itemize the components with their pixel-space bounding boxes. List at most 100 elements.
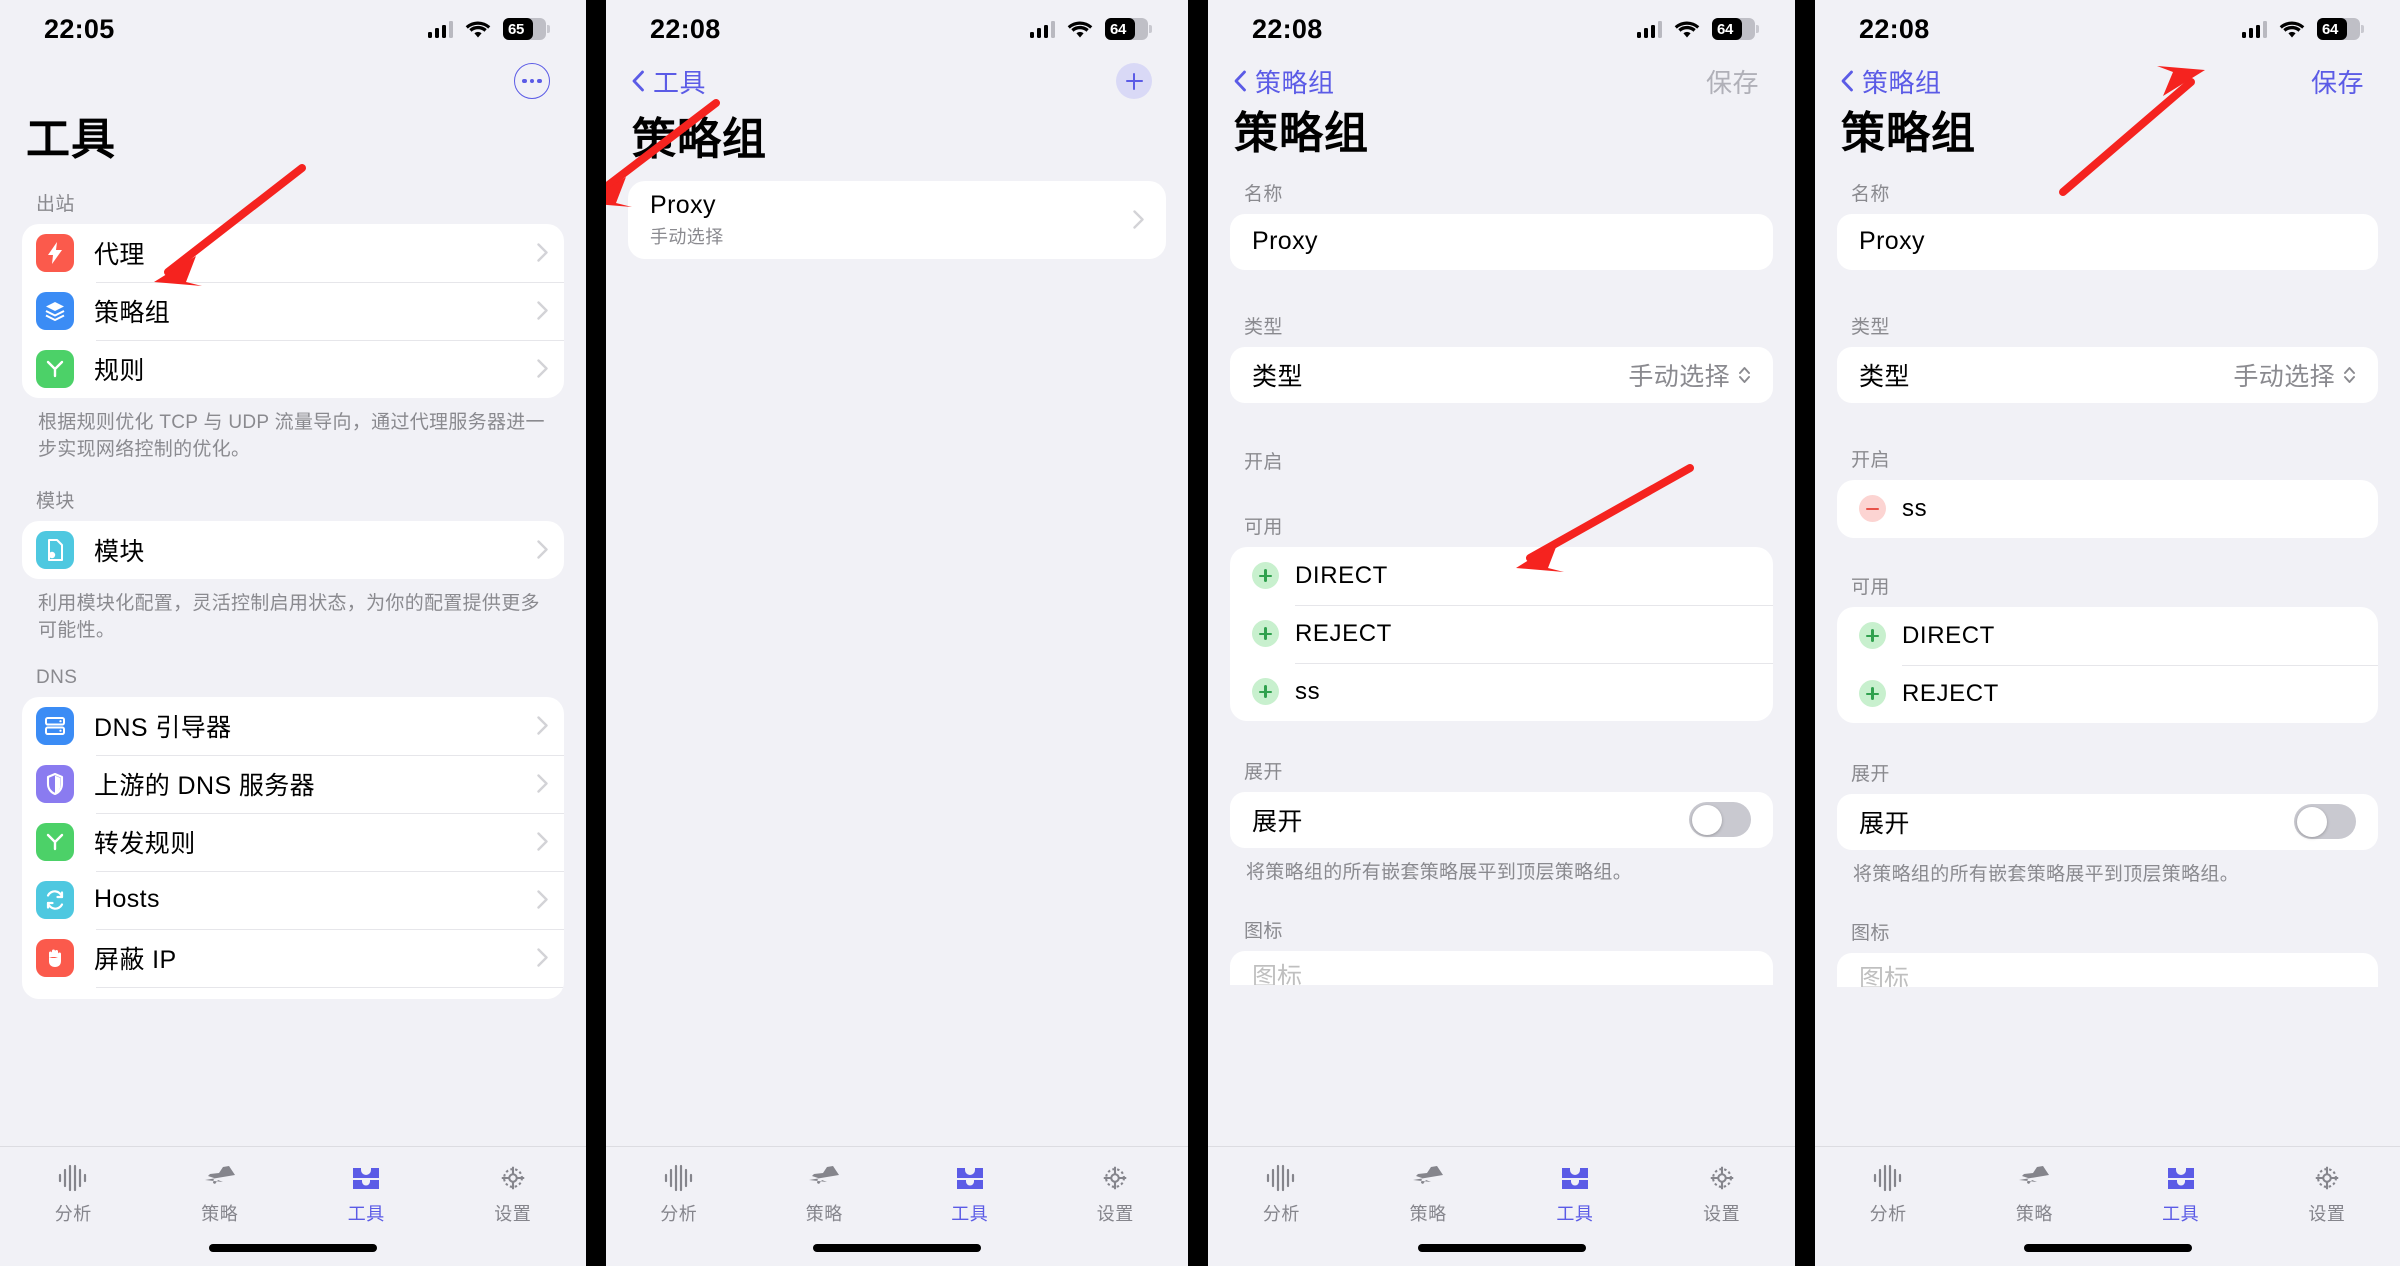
tab-tools[interactable]: 工具 — [897, 1161, 1043, 1226]
expand-field: 展开 — [1837, 793, 2378, 850]
battery-icon: 64 — [1105, 18, 1152, 40]
available-item-reject[interactable]: REJECT — [1837, 664, 2378, 723]
tools-row-rules[interactable]: 规则 — [22, 339, 564, 398]
branch-icon — [36, 822, 74, 861]
card-dns: DNS 引导器 上游的 DNS 服务器 转发规则 Hosts 屏蔽 IP — [22, 696, 564, 999]
battery-level: 65 — [508, 20, 525, 38]
waveform-icon — [1265, 1161, 1297, 1195]
tab-policy[interactable]: 策略 — [1961, 1161, 2107, 1226]
tools-row-dns-bootstrap[interactable]: DNS 引导器 — [22, 697, 564, 755]
available-item-reject[interactable]: REJECT — [1230, 604, 1773, 663]
tab-analysis[interactable]: 分析 — [606, 1161, 752, 1226]
chevron-right-icon — [537, 890, 548, 910]
icon-field[interactable]: 图标 — [1837, 953, 2378, 988]
type-field[interactable]: 类型 手动选择 — [1837, 346, 2378, 403]
back-button[interactable]: 策略组 — [1841, 63, 1942, 100]
battery-level: 64 — [1110, 20, 1127, 38]
icon-field[interactable]: 图标 — [1230, 951, 1773, 986]
add-icon[interactable] — [1859, 680, 1886, 708]
tools-row-rules-label: 规则 — [94, 356, 145, 385]
tab-analysis[interactable]: 分析 — [1815, 1161, 1961, 1226]
footnote-expand: 将策略组的所有嵌套策略展平到顶层策略组。 — [1246, 861, 1633, 883]
tools-row-hosts[interactable]: Hosts — [22, 870, 564, 929]
tools-row-modules[interactable]: 模块 — [22, 521, 564, 579]
panel-divider — [1188, 0, 1208, 1266]
tools-row-forward-rules[interactable]: 转发规则 — [22, 812, 564, 871]
name-field[interactable]: Proxy — [1837, 213, 2378, 270]
tools-row-policy-groups[interactable]: 策略组 — [22, 281, 564, 340]
back-button[interactable]: 工具 — [632, 63, 706, 100]
tab-analysis[interactable]: 分析 — [1208, 1161, 1355, 1226]
name-field[interactable]: Proxy — [1230, 213, 1773, 270]
tab-settings-label: 设置 — [494, 1204, 532, 1224]
tools-row-block-ip[interactable]: 屏蔽 IP — [22, 928, 564, 987]
wifi-icon — [1674, 20, 1700, 39]
tab-tools[interactable]: 工具 — [2108, 1161, 2254, 1226]
add-icon[interactable] — [1252, 678, 1279, 706]
tab-analysis-label: 分析 — [54, 1204, 92, 1224]
available-item-ss[interactable]: ss — [1230, 662, 1773, 721]
tab-analysis-label: 分析 — [660, 1204, 698, 1224]
add-policy-group-button[interactable] — [1116, 63, 1152, 99]
nav-bar: 策略组 保存 — [1815, 58, 2400, 104]
field-label-name: 名称 — [1851, 183, 1890, 205]
expand-toggle[interactable] — [2294, 804, 2356, 840]
save-button: 保存 — [1705, 67, 1759, 98]
type-field-key: 类型 — [1859, 362, 1910, 391]
available-item-direct[interactable]: DIRECT — [1230, 547, 1773, 605]
footnote-outbound: 根据规则优化 TCP 与 UDP 流量导向，通过代理服务器进一步实现网络控制的优… — [38, 411, 545, 461]
page-title: 策略组 — [632, 115, 767, 164]
tab-bar: 分析 策略 工具 设置 — [606, 1146, 1188, 1266]
section-label-modules: 模块 — [36, 490, 75, 512]
add-icon[interactable] — [1859, 622, 1886, 650]
add-icon[interactable] — [1252, 620, 1279, 648]
battery-level: 64 — [1717, 20, 1734, 38]
waveform-icon — [1872, 1161, 1904, 1195]
enabled-item-ss-label: ss — [1902, 494, 1928, 522]
toolbox-icon — [1559, 1161, 1591, 1195]
toolbox-icon — [954, 1161, 986, 1195]
more-options-button[interactable] — [514, 63, 550, 99]
tab-settings-label: 设置 — [1703, 1204, 1741, 1224]
section-label-dns: DNS — [36, 666, 78, 688]
tab-tools[interactable]: 工具 — [293, 1161, 440, 1226]
tab-tools-label: 工具 — [951, 1204, 989, 1224]
section-label-icon: 图标 — [1244, 921, 1283, 943]
tab-policy[interactable]: 策略 — [147, 1161, 294, 1226]
tab-policy[interactable]: 策略 — [1355, 1161, 1502, 1226]
policy-group-proxy-row[interactable]: Proxy 手动选择 — [628, 181, 1166, 259]
back-button[interactable]: 策略组 — [1234, 63, 1335, 100]
tab-tools-label: 工具 — [2162, 1204, 2200, 1224]
expand-toggle[interactable] — [1689, 802, 1751, 838]
remove-icon[interactable] — [1859, 495, 1886, 523]
tab-tools[interactable]: 工具 — [1502, 1161, 1649, 1226]
status-bar: 22:05 65 — [0, 0, 586, 58]
airplane-icon — [807, 1161, 841, 1195]
tools-row-hosts-label: Hosts — [94, 885, 160, 914]
card-modules: 模块 — [22, 520, 564, 579]
chevron-updown-icon — [2344, 366, 2355, 383]
tools-row-upstream-dns-label: 上游的 DNS 服务器 — [94, 771, 316, 800]
tools-row-proxy[interactable]: 代理 — [22, 224, 564, 282]
tab-settings[interactable]: 设置 — [2254, 1161, 2400, 1226]
expand-field: 展开 — [1230, 791, 1773, 848]
save-button[interactable]: 保存 — [2311, 63, 2364, 100]
tools-row-upstream-dns[interactable]: 上游的 DNS 服务器 — [22, 754, 564, 813]
status-clock: 22:08 — [1859, 13, 1930, 44]
tab-settings[interactable]: 设置 — [1043, 1161, 1189, 1226]
tab-settings[interactable]: 设置 — [440, 1161, 587, 1226]
tools-row-partial[interactable] — [22, 986, 564, 999]
available-item-direct[interactable]: DIRECT — [1837, 607, 2378, 665]
enabled-item-ss[interactable]: ss — [1837, 480, 2378, 538]
layers-icon — [36, 291, 74, 330]
tab-policy[interactable]: 策略 — [752, 1161, 898, 1226]
home-indicator — [209, 1244, 377, 1252]
tools-row-policy-groups-label: 策略组 — [94, 298, 171, 327]
tab-analysis[interactable]: 分析 — [0, 1161, 147, 1226]
add-icon[interactable] — [1252, 562, 1279, 590]
nav-bar: 工具 — [606, 58, 1188, 104]
edit-form-content: 名称 Proxy 类型 类型 手动选择 开启 可用 DIRECT REJECT … — [1208, 161, 1795, 986]
tab-settings[interactable]: 设置 — [1648, 1161, 1795, 1226]
type-field[interactable]: 类型 手动选择 — [1230, 346, 1773, 403]
footnote-modules: 利用模块化配置，灵活控制启用状态，为你的配置提供更多可能性。 — [38, 592, 540, 642]
